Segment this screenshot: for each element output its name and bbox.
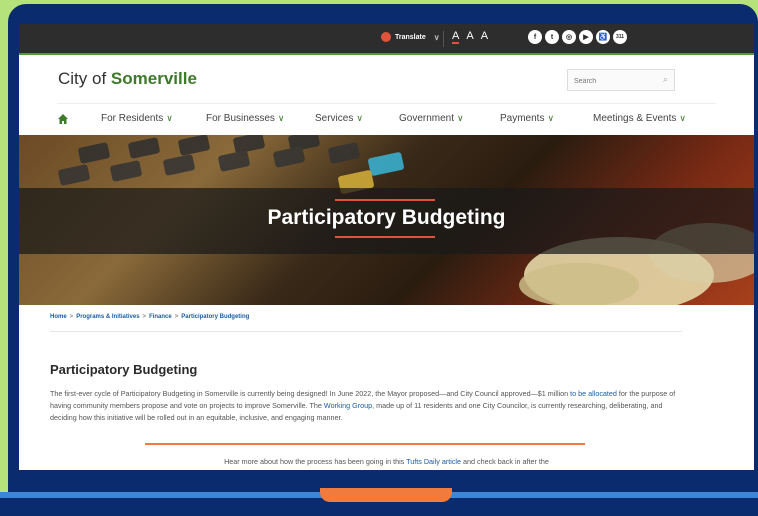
nav-item-government[interactable]: Government ∨ xyxy=(399,113,464,124)
hero-accent-line xyxy=(335,199,435,201)
text-size-controls: A A A xyxy=(452,30,488,44)
intro-text: The first-ever cycle of Participatory Bu… xyxy=(50,389,571,398)
search-icon[interactable]: ⌕ xyxy=(663,74,668,85)
working-group-link[interactable]: Working Group xyxy=(324,401,372,410)
nav-item-meetings[interactable]: Meetings & Events ∨ xyxy=(593,113,686,124)
bottom-tab-pill xyxy=(320,488,452,502)
breadcrumb-current[interactable]: Participatory Budgeting xyxy=(181,314,249,320)
hero-accent-line xyxy=(335,236,435,238)
facebook-icon[interactable]: f xyxy=(528,30,542,44)
nav-item-services[interactable]: Services ∨ xyxy=(315,113,363,124)
chevron-down-icon: ∨ xyxy=(547,113,555,123)
twitter-icon[interactable]: t xyxy=(545,30,559,44)
nav-label: Meetings & Events xyxy=(593,113,677,124)
chevron-right-icon: > xyxy=(69,314,74,320)
main-nav: For Residents ∨ For Businesses ∨ Services ∨… xyxy=(57,103,716,133)
nav-label: For Residents xyxy=(101,113,164,124)
home-icon[interactable] xyxy=(57,113,69,125)
chevron-down-icon: ∨ xyxy=(277,113,285,123)
translate-dropdown[interactable]: Translate ∨ xyxy=(381,32,440,42)
breadcrumb-programs[interactable]: Programs & Initiatives xyxy=(76,314,139,320)
translate-label: Translate xyxy=(395,33,426,41)
chevron-down-icon: ∨ xyxy=(356,113,363,123)
chevron-right-icon: > xyxy=(142,314,147,320)
hero-banner: Participatory Budgeting xyxy=(19,135,754,305)
nav-label: Services xyxy=(315,113,354,124)
more-text: Hear more about how the process has been… xyxy=(224,457,407,466)
nav-item-businesses[interactable]: For Businesses ∨ xyxy=(206,113,285,124)
text-size-large[interactable]: A xyxy=(481,30,488,44)
allocated-link[interactable]: to be allocated xyxy=(570,389,617,398)
more-paragraph: Hear more about how the process has been… xyxy=(19,457,754,466)
nav-item-payments[interactable]: Payments ∨ xyxy=(500,113,554,124)
site-logo[interactable]: City of Somerville xyxy=(58,69,197,89)
logo-prefix: City of xyxy=(58,69,111,88)
text-size-small[interactable]: A xyxy=(452,30,460,44)
nav-item-residents[interactable]: For Residents ∨ xyxy=(101,113,173,124)
divider xyxy=(443,31,444,47)
more-text: and check back in after the xyxy=(461,457,549,466)
311-icon[interactable]: 311 xyxy=(613,30,627,44)
breadcrumb-home[interactable]: Home xyxy=(50,314,67,320)
breadcrumb: Home > Programs & Initiatives > Finance > Part… xyxy=(50,314,249,320)
hero-title: Participatory Budgeting xyxy=(267,206,506,229)
utility-bar: Translate ∨ A A A f t ◎ ▶ ♿ 311 xyxy=(19,24,754,55)
nav-label: Payments xyxy=(500,113,545,124)
search-box: ⌕ xyxy=(567,69,675,92)
divider xyxy=(50,331,682,332)
chevron-right-icon: > xyxy=(174,314,179,320)
logo-name: Somerville xyxy=(110,69,197,88)
instagram-icon[interactable]: ◎ xyxy=(562,30,576,44)
nav-label: Government xyxy=(399,113,455,124)
tufts-daily-link[interactable]: Tufts Daily article xyxy=(406,457,461,466)
chevron-down-icon: ∨ xyxy=(166,113,173,123)
breadcrumb-finance[interactable]: Finance xyxy=(149,314,172,320)
globe-icon xyxy=(381,32,391,42)
chevron-down-icon: ∨ xyxy=(679,113,686,123)
social-links: f t ◎ ▶ ♿ 311 xyxy=(528,30,627,44)
page-title: Participatory Budgeting xyxy=(50,362,198,377)
site-header: City of Somerville ⌕ xyxy=(19,55,754,103)
nav-label: For Businesses xyxy=(206,113,275,124)
youtube-icon[interactable]: ▶ xyxy=(579,30,593,44)
search-input[interactable] xyxy=(568,71,652,92)
divider xyxy=(145,443,585,445)
chevron-down-icon: ∨ xyxy=(433,32,440,42)
text-size-medium[interactable]: A xyxy=(466,30,473,44)
intro-paragraph: The first-ever cycle of Participatory Bu… xyxy=(50,388,690,424)
accessibility-icon[interactable]: ♿ xyxy=(596,30,610,44)
web-page: Translate ∨ A A A f t ◎ ▶ ♿ 311 City of … xyxy=(19,24,754,470)
chevron-down-icon: ∨ xyxy=(457,113,464,123)
